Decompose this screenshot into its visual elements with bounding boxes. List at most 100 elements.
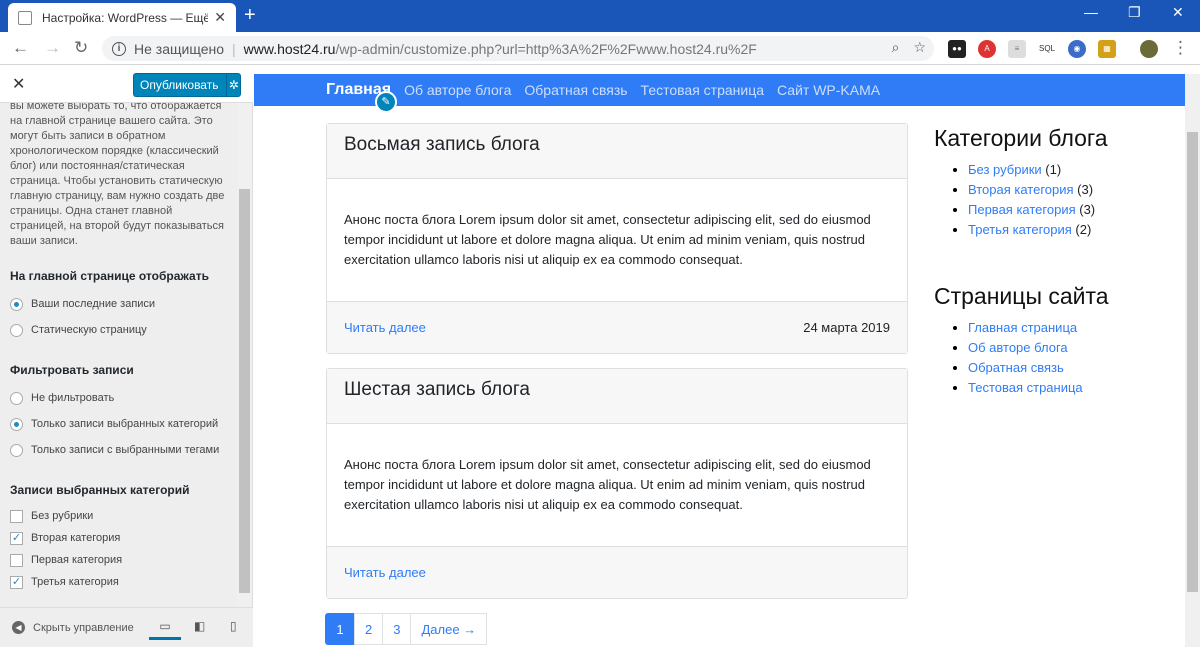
post-excerpt: Анонс поста блога Lorem ipsum dolor sit …	[344, 212, 871, 267]
extension-globe-icon[interactable]: ◉	[1068, 40, 1086, 58]
back-icon[interactable]: ←	[12, 38, 29, 58]
customizer-header: ✕ Опубликовать ✲	[0, 66, 253, 103]
option-label: Только записи с выбранными тегами	[31, 444, 220, 456]
homepage-option[interactable]: Ваши последние записи	[10, 291, 226, 317]
page-2-button[interactable]: 2	[354, 613, 384, 645]
edit-shortcut-pencil-icon[interactable]: ✎	[375, 91, 397, 113]
sidebar-categories: Категории блога Без рубрики (1) Вторая ка…	[934, 124, 1154, 240]
gear-icon[interactable]: ✲	[227, 78, 240, 92]
panel-scrollbar[interactable]	[237, 103, 252, 607]
tablet-preview-icon[interactable]: ◧	[194, 619, 205, 633]
read-more-link[interactable]: Читать далее	[344, 320, 426, 335]
window-close-icon[interactable]: ✕	[1172, 4, 1184, 21]
nav-contact[interactable]: Обратная связь	[524, 82, 627, 98]
menu-icon[interactable]: ⋮	[1172, 38, 1189, 58]
checkbox[interactable]: ✓	[10, 531, 23, 545]
customizer-footer: ◀ Скрыть управление ▭ ◧ ▯	[0, 607, 253, 647]
collapse-button[interactable]: ◀ Скрыть управление	[12, 621, 134, 634]
nav-wp-kama[interactable]: Сайт WP-KAMA	[777, 82, 880, 98]
customizer-panel: ✕ Опубликовать ✲ вы можете выбрать то, ч…	[0, 66, 253, 647]
collapse-label: Скрыть управление	[33, 621, 134, 634]
post-footer: Читать далее 24 марта 2019	[327, 301, 907, 353]
preview-scrollbar[interactable]	[1185, 74, 1200, 647]
radio-button[interactable]	[10, 417, 23, 431]
filter-option[interactable]: Только записи выбранных категорий	[10, 411, 226, 437]
nav-about[interactable]: Об авторе блога	[404, 82, 511, 98]
post-excerpt: Анонс поста блога Lorem ipsum dolor sit …	[344, 457, 871, 512]
profile-avatar[interactable]	[1140, 40, 1158, 58]
info-icon[interactable]: i	[112, 41, 126, 56]
publish-label: Опубликовать	[134, 74, 228, 96]
page-list-item: Обратная связь	[968, 358, 1154, 378]
radio-button[interactable]	[10, 297, 23, 311]
option-label: Ваши последние записи	[31, 298, 156, 310]
reload-icon[interactable]: ↻	[74, 38, 88, 58]
category-link[interactable]: Первая категория	[968, 202, 1076, 217]
page-1-button[interactable]: 1	[325, 613, 355, 645]
page-list-item: Тестовая страница	[968, 378, 1154, 398]
category-count: (3)	[1075, 202, 1096, 217]
pagination: 1 2 3 Далее →	[325, 613, 488, 645]
pages-widget-title: Страницы сайта	[934, 283, 1109, 309]
browser-tab[interactable]: Настройка: WordPress — Ещё о... ✕	[8, 3, 236, 32]
extension-adblock-icon[interactable]: A	[978, 40, 996, 58]
post-date: 24 марта 2019	[803, 320, 890, 335]
category-link[interactable]: Вторая категория	[968, 182, 1074, 197]
next-page-button[interactable]: Далее →	[410, 613, 488, 645]
homepage-section-title: На главной странице отображать	[10, 269, 209, 283]
category-link[interactable]: Третья категория	[968, 222, 1072, 237]
checkbox[interactable]	[10, 509, 23, 523]
option-label: Статическую страницу	[31, 324, 147, 336]
category-option[interactable]: ✓ Вторая категория	[10, 527, 226, 549]
extension-spy-icon[interactable]: ●●	[948, 40, 966, 58]
extension-layers-icon[interactable]: ≡	[1008, 40, 1026, 58]
categories-widget-title: Категории блога	[934, 125, 1108, 151]
url-separator: |	[232, 40, 236, 57]
category-label: Третья категория	[31, 576, 119, 588]
tab-close-icon[interactable]: ✕	[214, 9, 226, 26]
minimize-icon[interactable]: —	[1084, 4, 1098, 20]
category-count: (1)	[1041, 162, 1062, 177]
filter-option[interactable]: Только записи с выбранными тегами	[10, 437, 226, 463]
radio-button[interactable]	[10, 323, 23, 337]
category-option[interactable]: Первая категория	[10, 549, 226, 571]
filter-option[interactable]: Не фильтровать	[10, 385, 226, 411]
wordpress-favicon-icon	[18, 10, 32, 25]
new-tab-icon[interactable]: +	[244, 4, 256, 26]
page-3-button[interactable]: 3	[382, 613, 412, 645]
collapse-icon: ◀	[12, 621, 25, 634]
zoom-icon[interactable]: ⌕	[892, 39, 900, 56]
radio-button[interactable]	[10, 443, 23, 457]
tab-title: Настройка: WordPress — Ещё о...	[42, 10, 209, 25]
mobile-preview-icon[interactable]: ▯	[230, 619, 237, 633]
extension-sql-icon[interactable]: SQL	[1038, 40, 1056, 58]
categories-section-title: Записи выбранных категорий	[10, 483, 190, 497]
page-link[interactable]: Об авторе блога	[968, 340, 1068, 355]
checkbox[interactable]	[10, 553, 23, 567]
category-option[interactable]: ✓ Третья категория	[10, 571, 226, 593]
sidebar-pages: Страницы сайта Главная страница Об авторе…	[934, 282, 1154, 398]
page-link[interactable]: Обратная связь	[968, 360, 1064, 375]
close-customizer-icon[interactable]: ✕	[12, 74, 25, 94]
checkbox[interactable]: ✓	[10, 575, 23, 589]
bookmark-star-icon[interactable]: ☆	[913, 39, 926, 56]
category-count: (3)	[1073, 182, 1094, 197]
page-link[interactable]: Главная страница	[968, 320, 1077, 335]
page-link[interactable]: Тестовая страница	[968, 380, 1083, 395]
category-label: Первая категория	[31, 554, 123, 566]
url-field[interactable]: i Не защищено | www.host24.ru /wp-admin/…	[102, 36, 934, 61]
read-more-link[interactable]: Читать далее	[344, 565, 426, 580]
category-link[interactable]: Без рубрики	[968, 162, 1042, 177]
publish-button[interactable]: Опубликовать ✲	[133, 73, 241, 97]
extension-grid-icon[interactable]: ▦	[1098, 40, 1116, 58]
desktop-preview-icon[interactable]: ▭	[149, 619, 181, 640]
post-title: Шестая запись блога	[327, 369, 907, 424]
category-option[interactable]: Без рубрики	[10, 505, 226, 527]
homepage-option[interactable]: Статическую страницу	[10, 317, 226, 343]
nav-test-page[interactable]: Тестовая страница	[641, 82, 764, 98]
maximize-icon[interactable]: ❐	[1128, 4, 1141, 21]
filter-section-title: Фильтровать записи	[10, 363, 134, 377]
radio-button[interactable]	[10, 391, 23, 405]
category-list-item: Первая категория (3)	[968, 200, 1154, 220]
forward-icon[interactable]: →	[44, 38, 61, 58]
